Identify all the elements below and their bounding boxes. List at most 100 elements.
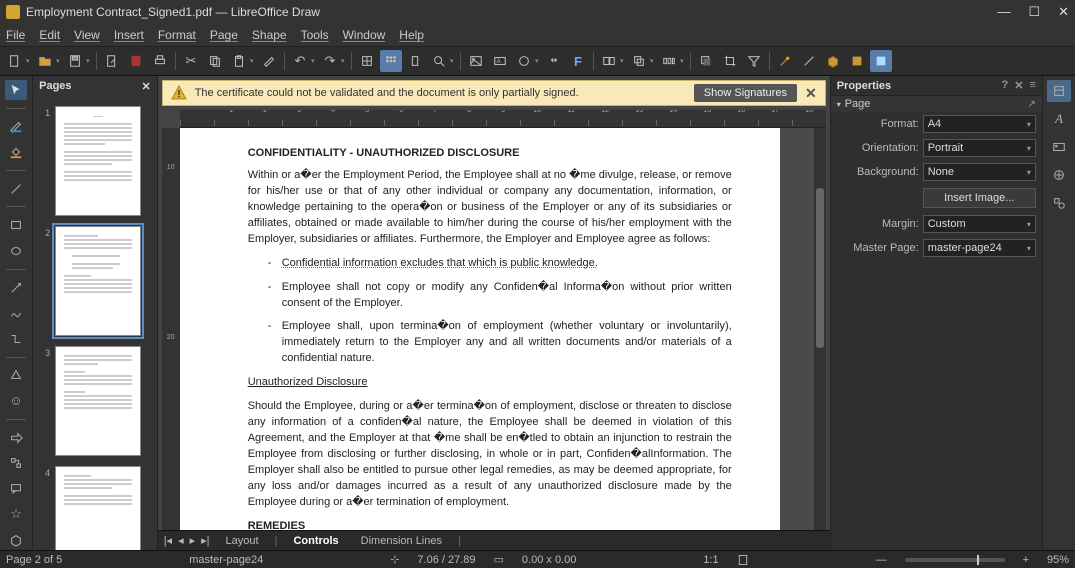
redo-icon[interactable]: ↷	[319, 50, 341, 72]
textbox-icon[interactable]: A	[489, 50, 511, 72]
nav-next-icon[interactable]: ▸	[190, 534, 196, 547]
basic-shapes-icon[interactable]	[5, 366, 27, 386]
pages-panel-close-icon[interactable]: ✕	[141, 80, 150, 93]
callouts-icon[interactable]	[5, 479, 27, 499]
background-select[interactable]: None	[923, 163, 1036, 181]
master-select[interactable]: master-page24	[923, 239, 1036, 257]
menu-file[interactable]: File	[6, 28, 25, 42]
maximize-button[interactable]: ☐	[1028, 4, 1040, 20]
menu-format[interactable]: Format	[158, 28, 196, 42]
zoom-out-icon[interactable]: —	[876, 554, 887, 566]
cut-icon[interactable]: ✂	[180, 50, 202, 72]
menu-view[interactable]: View	[74, 28, 100, 42]
tab-controls[interactable]: Controls	[287, 535, 344, 547]
pdf-icon[interactable]	[125, 50, 147, 72]
menu-bar: File Edit View Insert Format Page Shape …	[0, 24, 1075, 46]
line-tool-icon[interactable]	[5, 179, 27, 199]
save-icon[interactable]	[64, 50, 86, 72]
export-icon[interactable]	[101, 50, 123, 72]
zoom-in-icon[interactable]: +	[1023, 554, 1029, 566]
page-thumb-3[interactable]: 3	[43, 346, 147, 456]
extrusion-icon[interactable]	[822, 50, 844, 72]
status-zoom[interactable]: 95%	[1047, 554, 1069, 566]
status-savemode-icon[interactable]	[737, 553, 749, 565]
distribute-icon[interactable]	[658, 50, 680, 72]
nav-prev-icon[interactable]: ◂	[178, 534, 184, 547]
nav-last-icon[interactable]: ▸|	[201, 534, 209, 547]
ellipse-tool-icon[interactable]	[5, 241, 27, 261]
curve-tool-icon[interactable]	[5, 303, 27, 323]
fontwork-icon[interactable]: F	[567, 50, 589, 72]
prop-menu-icon[interactable]: ≡	[1029, 79, 1035, 92]
rectangle-tool-icon[interactable]	[5, 215, 27, 235]
menu-insert[interactable]: Insert	[114, 28, 144, 42]
snap-icon[interactable]	[380, 50, 402, 72]
symbol-shapes-icon[interactable]: ☺	[5, 391, 27, 411]
vertical-scrollbar[interactable]	[814, 128, 826, 530]
hyperlink-icon[interactable]	[543, 50, 565, 72]
section-page[interactable]: Page	[845, 98, 871, 110]
page-thumb-1[interactable]: 1––––––	[43, 106, 147, 216]
crop-icon[interactable]	[719, 50, 741, 72]
undo-icon[interactable]: ↶	[289, 50, 311, 72]
format-select[interactable]: A4	[923, 115, 1036, 133]
close-button[interactable]: ✕	[1058, 4, 1069, 20]
3d-icon[interactable]	[846, 50, 868, 72]
clone-icon[interactable]	[258, 50, 280, 72]
toggle-extrusion-icon[interactable]	[798, 50, 820, 72]
copy-icon[interactable]	[204, 50, 226, 72]
block-arrows-icon[interactable]	[5, 428, 27, 448]
sidebar-gallery-icon[interactable]	[1047, 136, 1071, 158]
menu-edit[interactable]: Edit	[39, 28, 60, 42]
menu-page[interactable]: Page	[210, 28, 238, 42]
gluepoint-icon[interactable]	[774, 50, 796, 72]
zoom-slider[interactable]	[905, 558, 1005, 562]
stars-icon[interactable]: ☆	[5, 505, 27, 525]
prop-undock-icon[interactable]: ✕	[1014, 79, 1023, 92]
menu-help[interactable]: Help	[399, 28, 424, 42]
menu-window[interactable]: Window	[343, 28, 386, 42]
zoom-icon[interactable]	[428, 50, 450, 72]
orientation-select[interactable]: Portrait	[923, 139, 1036, 157]
menu-tools[interactable]: Tools	[301, 28, 329, 42]
draw-functions-icon[interactable]	[870, 50, 892, 72]
prop-help-icon[interactable]: ?	[1002, 79, 1009, 92]
print-icon[interactable]	[149, 50, 171, 72]
sidebar-shapes-icon[interactable]	[1047, 192, 1071, 214]
image-icon[interactable]	[465, 50, 487, 72]
status-scale[interactable]: 1:1	[703, 554, 718, 566]
menu-shape[interactable]: Shape	[252, 28, 287, 42]
fill-color-icon[interactable]	[5, 142, 27, 162]
3dshape-icon[interactable]	[5, 530, 27, 550]
margin-select[interactable]: Custom	[923, 215, 1036, 233]
align-icon[interactable]	[598, 50, 620, 72]
minimize-button[interactable]: —	[997, 4, 1010, 20]
page-thumb-4[interactable]: 4	[43, 466, 147, 550]
shadow-icon[interactable]	[695, 50, 717, 72]
flowchart-icon[interactable]	[5, 453, 27, 473]
document-page[interactable]: CONFIDENTIALITY - UNAUTHORIZED DISCLOSUR…	[180, 128, 780, 530]
sidebar-styles-icon[interactable]: A	[1047, 108, 1071, 130]
new-icon[interactable]	[4, 50, 26, 72]
insert-image-button[interactable]: Insert Image...	[923, 188, 1036, 208]
nav-first-icon[interactable]: |◂	[164, 534, 172, 547]
sidebar-navigator-icon[interactable]	[1047, 164, 1071, 186]
connector-tool-icon[interactable]	[5, 329, 27, 349]
arrange-icon[interactable]	[628, 50, 650, 72]
select-tool-icon[interactable]	[5, 80, 27, 100]
show-signatures-button[interactable]: Show Signatures	[694, 84, 797, 102]
grid-icon[interactable]	[356, 50, 378, 72]
page-thumb-2[interactable]: 2	[43, 226, 147, 336]
section-more-icon[interactable]: ↗	[1027, 99, 1035, 110]
open-icon[interactable]	[34, 50, 56, 72]
infobar-close-icon[interactable]: ✕	[805, 85, 817, 102]
sidebar-properties-icon[interactable]	[1047, 80, 1071, 102]
line-color-icon[interactable]	[5, 117, 27, 137]
chart-icon[interactable]	[513, 50, 535, 72]
tab-dimension[interactable]: Dimension Lines	[355, 535, 448, 547]
tab-layout[interactable]: Layout	[220, 535, 265, 547]
helplines-icon[interactable]	[404, 50, 426, 72]
paste-icon[interactable]	[228, 50, 250, 72]
linearrow-tool-icon[interactable]	[5, 278, 27, 298]
filter-icon[interactable]	[743, 50, 765, 72]
